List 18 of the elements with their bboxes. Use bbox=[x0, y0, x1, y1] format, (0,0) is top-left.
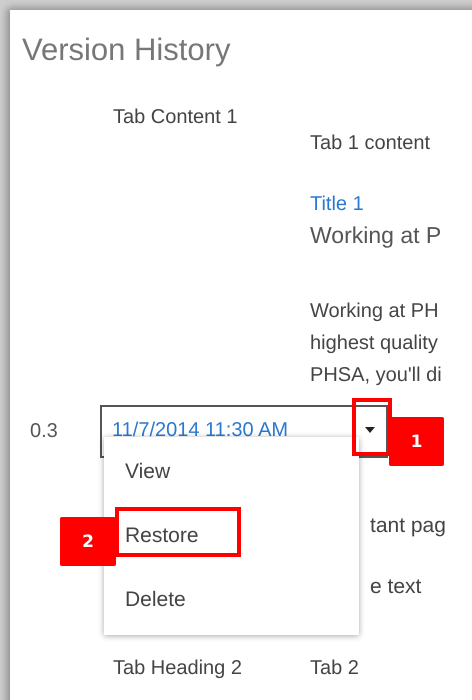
tab-label: Tab 2 bbox=[310, 657, 359, 680]
tab-heading: Tab Content 1 bbox=[113, 106, 238, 129]
callout-badge: 1 bbox=[389, 417, 444, 466]
subtitle: Working at P bbox=[310, 222, 442, 249]
body-text: tant pag bbox=[370, 514, 446, 538]
menu-item[interactable]: View bbox=[104, 456, 170, 488]
paragraph-line: Working at PH bbox=[310, 299, 440, 324]
paragraph-line: PHSA, you'll di bbox=[310, 363, 442, 388]
caret-icon bbox=[364, 426, 376, 434]
tab-content-label: Tab 1 content bbox=[310, 132, 430, 155]
dialog-title: Version History bbox=[22, 32, 230, 68]
paragraph-line: highest quality bbox=[310, 331, 439, 356]
version-number: 0.3 bbox=[29, 420, 59, 443]
callout-badge: 2 bbox=[60, 517, 116, 566]
menu-item[interactable]: Delete bbox=[104, 584, 186, 616]
tab-heading: Tab Heading 2 bbox=[113, 657, 242, 680]
body-text: e text bbox=[370, 575, 422, 599]
title-link[interactable]: Title 1 bbox=[310, 193, 364, 216]
